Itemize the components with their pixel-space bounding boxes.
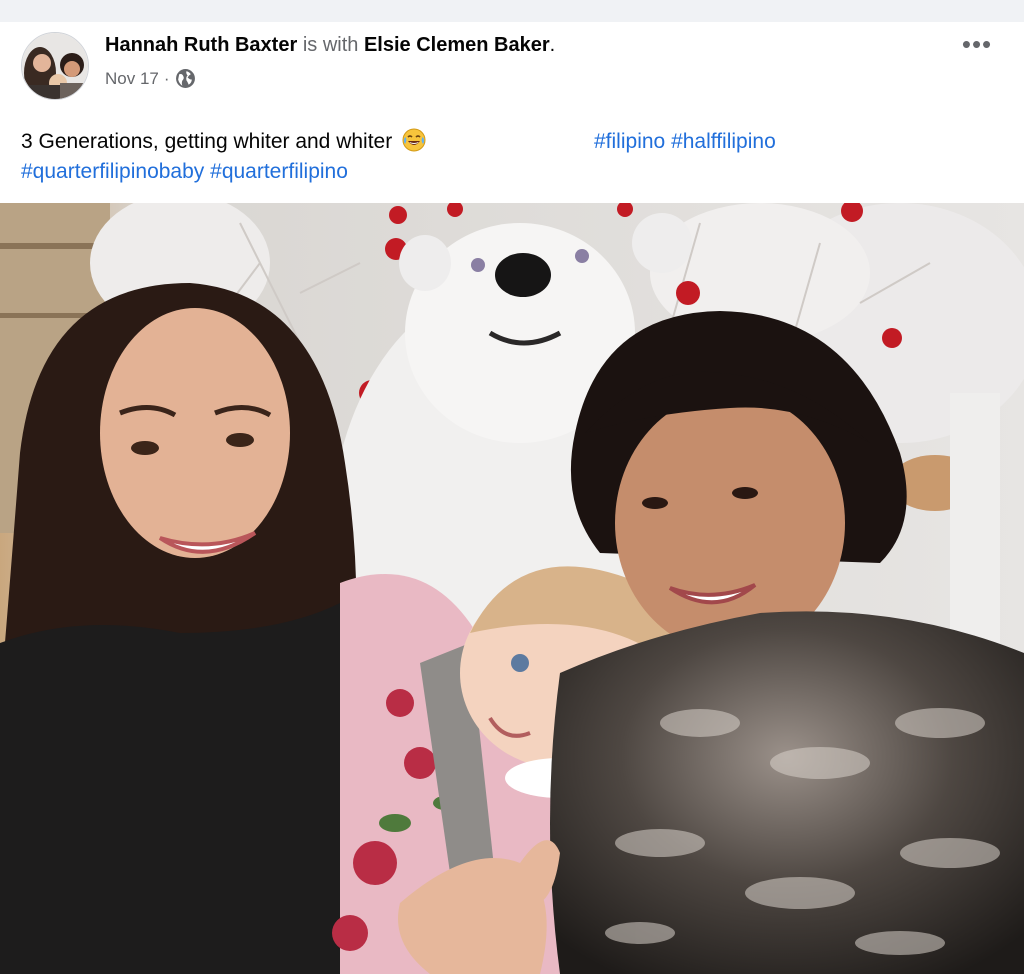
with-text: is with [302,34,359,56]
post-photo[interactable] [0,203,1024,974]
hashtag-link[interactable]: #filipino [594,130,665,153]
meta-separator: · [163,68,170,88]
post-author-line: Hannah Ruth Baxter is with Elsie Clemen … [105,34,555,57]
tagged-person-link[interactable]: Elsie Clemen Baker [364,34,550,56]
more-options-icon: ••• [961,29,993,59]
post-caption: 3 Generations, getting whiter and whiter… [21,127,1011,183]
more-options-button[interactable]: ••• [954,28,1000,60]
hashtag-link[interactable]: #quarterfilipinobaby [21,160,204,183]
caption-text: 3 Generations, getting whiter and whiter [21,130,393,153]
post-date-link[interactable]: Nov 17 [105,69,159,89]
feed-background-strip [0,0,1024,22]
hashtags-line-1: #filipino #halffilipino [594,127,776,157]
hashtag-link[interactable]: #quarterfilipino [210,160,348,183]
globe-icon[interactable] [175,68,196,89]
post-meta: Nov 17 · [105,68,196,89]
hashtag-link[interactable]: #halffilipino [671,130,776,153]
hashtags-line-2: #quarterfilipinobaby #quarterfilipino [21,157,348,187]
face-with-tears-of-joy-icon [402,128,426,152]
author-name-link[interactable]: Hannah Ruth Baxter [105,34,297,56]
author-avatar[interactable] [21,32,89,100]
post-header: Hannah Ruth Baxter is with Elsie Clemen … [0,22,1024,112]
period: . [549,34,556,56]
